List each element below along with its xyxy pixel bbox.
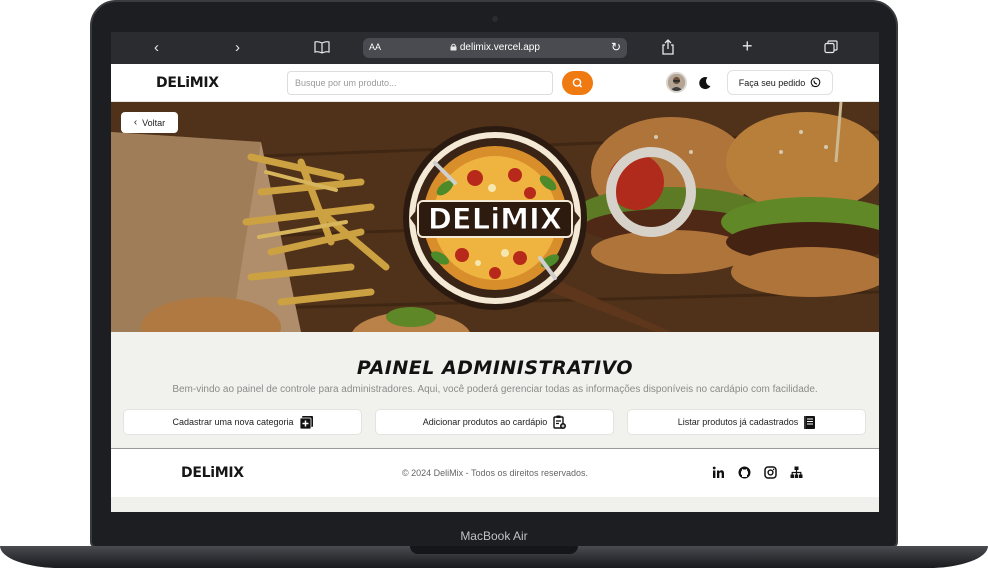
list-book-icon [804, 415, 816, 429]
clipboard-add-icon [553, 415, 567, 429]
page-bottom-area [111, 497, 879, 512]
back-label: Voltar [142, 117, 166, 128]
address-url: delimix.vercel.app [459, 42, 540, 53]
action-label: Adicionar produtos ao cardápio [422, 417, 548, 427]
laptop-mockup: ‹ › AA delimix.vercel.app ↻ + DELiMIX Bu… [0, 0, 988, 568]
admin-panel: PAINEL ADMINISTRATIVO Bem-vindo ao paine… [111, 332, 879, 448]
camera [492, 16, 498, 22]
site-header: DELiMIX Faça seu pedido [111, 64, 879, 102]
linkedin-icon[interactable] [712, 466, 725, 479]
chevron-right-icon[interactable]: › [235, 40, 240, 56]
open-book-icon[interactable] [314, 39, 330, 59]
back-button[interactable]: ‹ Voltar [121, 112, 178, 133]
add-box-icon [299, 415, 313, 429]
search-icon [572, 78, 583, 88]
add-category-button[interactable]: Cadastrar uma nova categoria [123, 409, 362, 435]
order-button[interactable]: Faça seu pedido [727, 70, 833, 95]
order-label: Faça seu pedido [738, 77, 806, 88]
reload-icon[interactable]: ↻ [611, 40, 621, 54]
github-icon[interactable] [738, 466, 751, 479]
search-input[interactable] [287, 71, 553, 95]
chevron-left-icon[interactable]: ‹ [154, 40, 159, 56]
moon-icon[interactable] [697, 75, 713, 91]
address-bar[interactable]: AA delimix.vercel.app ↻ [363, 38, 627, 58]
site-logo[interactable]: DELiMIX [156, 75, 219, 91]
chevron-left-icon: ‹ [133, 117, 138, 128]
laptop-notch [410, 546, 578, 554]
lock-icon [450, 43, 457, 51]
emblem-text: DELiMIX [428, 202, 562, 236]
whatsapp-icon [810, 77, 821, 88]
plus-icon[interactable]: + [742, 37, 753, 55]
share-icon[interactable] [661, 39, 675, 59]
browser-screen: ‹ › AA delimix.vercel.app ↻ + DELiMIX Bu… [111, 32, 879, 512]
browser-toolbar: ‹ › AA delimix.vercel.app ↻ + [111, 32, 879, 64]
address-text: delimix.vercel.app [363, 42, 627, 53]
avatar[interactable] [666, 72, 687, 93]
hero-banner: DELiMIX ‹ Voltar [111, 102, 879, 332]
page-subtitle: Bem-vindo ao painel de controle para adm… [172, 384, 818, 395]
list-products-button[interactable]: Listar produtos já cadastrados [627, 409, 866, 435]
instagram-icon[interactable] [764, 466, 777, 479]
device-label: MacBook Air [460, 529, 528, 543]
site-footer: DELiMIX © 2024 DeliMix - Todos os direit… [111, 449, 879, 497]
sitemap-icon[interactable] [790, 466, 803, 479]
action-label: Cadastrar uma nova categoria [172, 417, 294, 427]
page-title: PAINEL ADMINISTRATIVO [356, 357, 634, 379]
search-button[interactable] [562, 71, 593, 95]
delimix-emblem: DELiMIX [403, 126, 587, 310]
add-products-button[interactable]: Adicionar produtos ao cardápio [375, 409, 614, 435]
action-label: Listar produtos já cadastrados [677, 417, 799, 427]
tabs-icon[interactable] [824, 40, 838, 58]
